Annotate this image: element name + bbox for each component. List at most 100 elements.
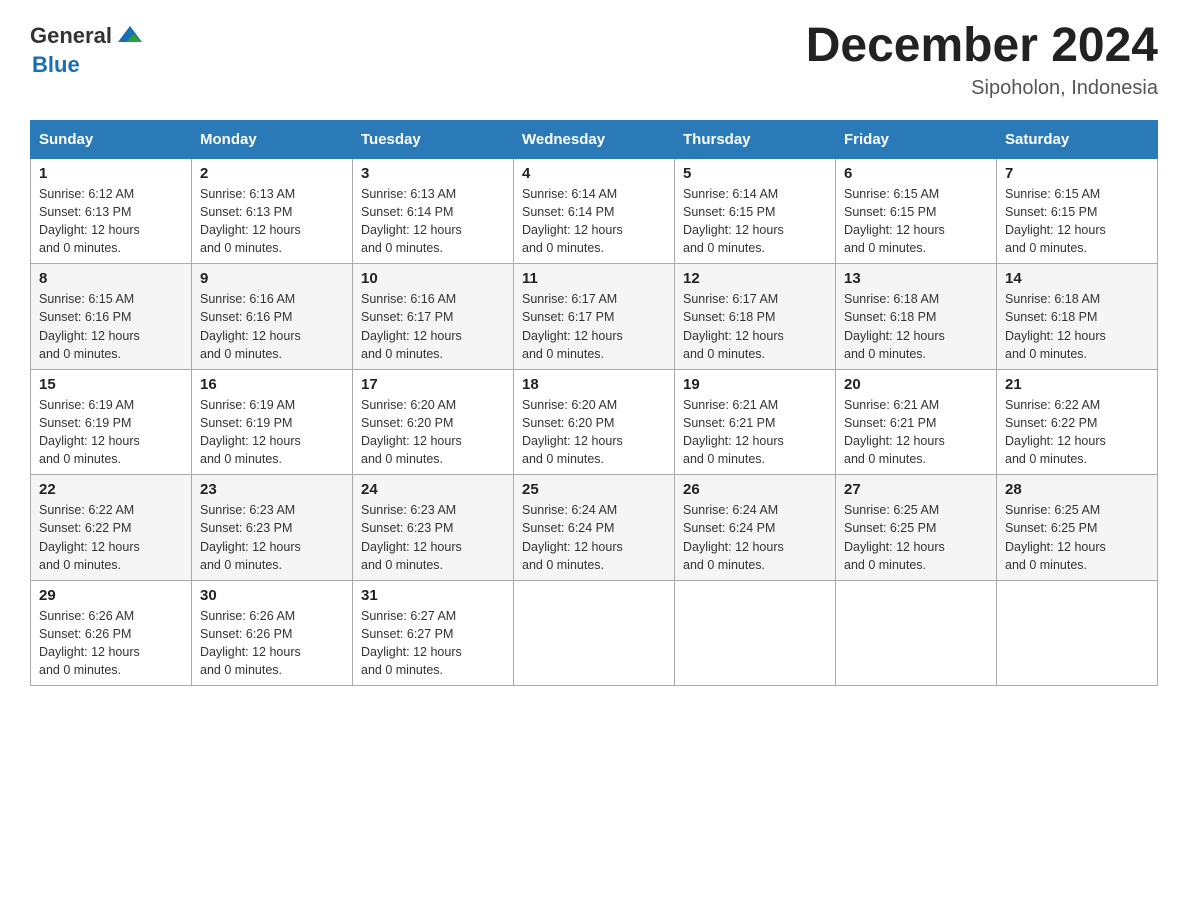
calendar-cell: 2 Sunrise: 6:13 AMSunset: 6:13 PMDayligh…: [192, 158, 353, 264]
calendar-cell: 16 Sunrise: 6:19 AMSunset: 6:19 PMDaylig…: [192, 369, 353, 475]
calendar-cell: 1 Sunrise: 6:12 AMSunset: 6:13 PMDayligh…: [31, 158, 192, 264]
calendar-week-row-4: 22 Sunrise: 6:22 AMSunset: 6:22 PMDaylig…: [31, 475, 1158, 581]
page-header: General Blue December 2024 Sipoholon, In…: [30, 20, 1158, 100]
day-number: 24: [361, 481, 505, 498]
calendar-cell: 9 Sunrise: 6:16 AMSunset: 6:16 PMDayligh…: [192, 264, 353, 370]
day-number: 6: [844, 165, 988, 182]
day-info: Sunrise: 6:12 AMSunset: 6:13 PMDaylight:…: [39, 187, 140, 255]
calendar-header-saturday: Saturday: [997, 120, 1158, 158]
day-info: Sunrise: 6:24 AMSunset: 6:24 PMDaylight:…: [683, 503, 784, 571]
calendar-table: SundayMondayTuesdayWednesdayThursdayFrid…: [30, 120, 1158, 687]
calendar-cell: 29 Sunrise: 6:26 AMSunset: 6:26 PMDaylig…: [31, 580, 192, 686]
calendar-cell: 20 Sunrise: 6:21 AMSunset: 6:21 PMDaylig…: [836, 369, 997, 475]
calendar-cell: [514, 580, 675, 686]
day-number: 16: [200, 376, 344, 393]
day-number: 21: [1005, 376, 1149, 393]
day-info: Sunrise: 6:17 AMSunset: 6:18 PMDaylight:…: [683, 292, 784, 360]
day-info: Sunrise: 6:18 AMSunset: 6:18 PMDaylight:…: [1005, 292, 1106, 360]
location-subtitle: Sipoholon, Indonesia: [806, 77, 1158, 100]
calendar-cell: 5 Sunrise: 6:14 AMSunset: 6:15 PMDayligh…: [675, 158, 836, 264]
calendar-cell: 26 Sunrise: 6:24 AMSunset: 6:24 PMDaylig…: [675, 475, 836, 581]
logo: General Blue: [30, 20, 148, 78]
calendar-header-monday: Monday: [192, 120, 353, 158]
month-title: December 2024: [806, 20, 1158, 73]
day-number: 3: [361, 165, 505, 182]
day-info: Sunrise: 6:15 AMSunset: 6:15 PMDaylight:…: [1005, 187, 1106, 255]
calendar-cell: 12 Sunrise: 6:17 AMSunset: 6:18 PMDaylig…: [675, 264, 836, 370]
calendar-cell: 10 Sunrise: 6:16 AMSunset: 6:17 PMDaylig…: [353, 264, 514, 370]
logo-general-text: General: [30, 23, 112, 49]
day-info: Sunrise: 6:15 AMSunset: 6:16 PMDaylight:…: [39, 292, 140, 360]
day-info: Sunrise: 6:18 AMSunset: 6:18 PMDaylight:…: [844, 292, 945, 360]
day-number: 1: [39, 165, 183, 182]
day-info: Sunrise: 6:20 AMSunset: 6:20 PMDaylight:…: [522, 398, 623, 466]
calendar-cell: 13 Sunrise: 6:18 AMSunset: 6:18 PMDaylig…: [836, 264, 997, 370]
day-info: Sunrise: 6:16 AMSunset: 6:16 PMDaylight:…: [200, 292, 301, 360]
day-info: Sunrise: 6:26 AMSunset: 6:26 PMDaylight:…: [200, 609, 301, 677]
day-info: Sunrise: 6:15 AMSunset: 6:15 PMDaylight:…: [844, 187, 945, 255]
day-info: Sunrise: 6:13 AMSunset: 6:14 PMDaylight:…: [361, 187, 462, 255]
day-info: Sunrise: 6:13 AMSunset: 6:13 PMDaylight:…: [200, 187, 301, 255]
day-info: Sunrise: 6:16 AMSunset: 6:17 PMDaylight:…: [361, 292, 462, 360]
calendar-week-row-5: 29 Sunrise: 6:26 AMSunset: 6:26 PMDaylig…: [31, 580, 1158, 686]
calendar-header-friday: Friday: [836, 120, 997, 158]
day-number: 23: [200, 481, 344, 498]
calendar-week-row-2: 8 Sunrise: 6:15 AMSunset: 6:16 PMDayligh…: [31, 264, 1158, 370]
day-info: Sunrise: 6:21 AMSunset: 6:21 PMDaylight:…: [683, 398, 784, 466]
title-block: December 2024 Sipoholon, Indonesia: [806, 20, 1158, 100]
day-info: Sunrise: 6:17 AMSunset: 6:17 PMDaylight:…: [522, 292, 623, 360]
day-number: 31: [361, 587, 505, 604]
calendar-header-wednesday: Wednesday: [514, 120, 675, 158]
day-number: 22: [39, 481, 183, 498]
day-number: 30: [200, 587, 344, 604]
day-number: 14: [1005, 270, 1149, 287]
calendar-cell: 30 Sunrise: 6:26 AMSunset: 6:26 PMDaylig…: [192, 580, 353, 686]
calendar-cell: 11 Sunrise: 6:17 AMSunset: 6:17 PMDaylig…: [514, 264, 675, 370]
day-number: 9: [200, 270, 344, 287]
day-number: 29: [39, 587, 183, 604]
day-info: Sunrise: 6:23 AMSunset: 6:23 PMDaylight:…: [361, 503, 462, 571]
day-number: 20: [844, 376, 988, 393]
calendar-week-row-3: 15 Sunrise: 6:19 AMSunset: 6:19 PMDaylig…: [31, 369, 1158, 475]
calendar-header-row: SundayMondayTuesdayWednesdayThursdayFrid…: [31, 120, 1158, 158]
day-number: 8: [39, 270, 183, 287]
day-number: 4: [522, 165, 666, 182]
calendar-cell: 4 Sunrise: 6:14 AMSunset: 6:14 PMDayligh…: [514, 158, 675, 264]
day-number: 2: [200, 165, 344, 182]
day-number: 26: [683, 481, 827, 498]
calendar-cell: 23 Sunrise: 6:23 AMSunset: 6:23 PMDaylig…: [192, 475, 353, 581]
calendar-cell: 21 Sunrise: 6:22 AMSunset: 6:22 PMDaylig…: [997, 369, 1158, 475]
day-number: 15: [39, 376, 183, 393]
calendar-cell: 14 Sunrise: 6:18 AMSunset: 6:18 PMDaylig…: [997, 264, 1158, 370]
calendar-header-tuesday: Tuesday: [353, 120, 514, 158]
day-info: Sunrise: 6:14 AMSunset: 6:14 PMDaylight:…: [522, 187, 623, 255]
calendar-cell: 27 Sunrise: 6:25 AMSunset: 6:25 PMDaylig…: [836, 475, 997, 581]
calendar-header-sunday: Sunday: [31, 120, 192, 158]
calendar-cell: 3 Sunrise: 6:13 AMSunset: 6:14 PMDayligh…: [353, 158, 514, 264]
logo-blue-text: Blue: [32, 52, 80, 78]
day-number: 25: [522, 481, 666, 498]
calendar-cell: 19 Sunrise: 6:21 AMSunset: 6:21 PMDaylig…: [675, 369, 836, 475]
calendar-cell: 24 Sunrise: 6:23 AMSunset: 6:23 PMDaylig…: [353, 475, 514, 581]
calendar-cell: 18 Sunrise: 6:20 AMSunset: 6:20 PMDaylig…: [514, 369, 675, 475]
calendar-cell: 15 Sunrise: 6:19 AMSunset: 6:19 PMDaylig…: [31, 369, 192, 475]
calendar-cell: 28 Sunrise: 6:25 AMSunset: 6:25 PMDaylig…: [997, 475, 1158, 581]
calendar-cell: 6 Sunrise: 6:15 AMSunset: 6:15 PMDayligh…: [836, 158, 997, 264]
calendar-cell: 7 Sunrise: 6:15 AMSunset: 6:15 PMDayligh…: [997, 158, 1158, 264]
day-info: Sunrise: 6:27 AMSunset: 6:27 PMDaylight:…: [361, 609, 462, 677]
day-number: 17: [361, 376, 505, 393]
logo-icon: [114, 20, 146, 52]
day-number: 7: [1005, 165, 1149, 182]
day-info: Sunrise: 6:26 AMSunset: 6:26 PMDaylight:…: [39, 609, 140, 677]
day-number: 19: [683, 376, 827, 393]
day-info: Sunrise: 6:19 AMSunset: 6:19 PMDaylight:…: [200, 398, 301, 466]
day-number: 5: [683, 165, 827, 182]
calendar-cell: 8 Sunrise: 6:15 AMSunset: 6:16 PMDayligh…: [31, 264, 192, 370]
day-number: 27: [844, 481, 988, 498]
day-number: 10: [361, 270, 505, 287]
calendar-cell: 25 Sunrise: 6:24 AMSunset: 6:24 PMDaylig…: [514, 475, 675, 581]
day-number: 18: [522, 376, 666, 393]
day-number: 13: [844, 270, 988, 287]
day-info: Sunrise: 6:14 AMSunset: 6:15 PMDaylight:…: [683, 187, 784, 255]
day-info: Sunrise: 6:19 AMSunset: 6:19 PMDaylight:…: [39, 398, 140, 466]
